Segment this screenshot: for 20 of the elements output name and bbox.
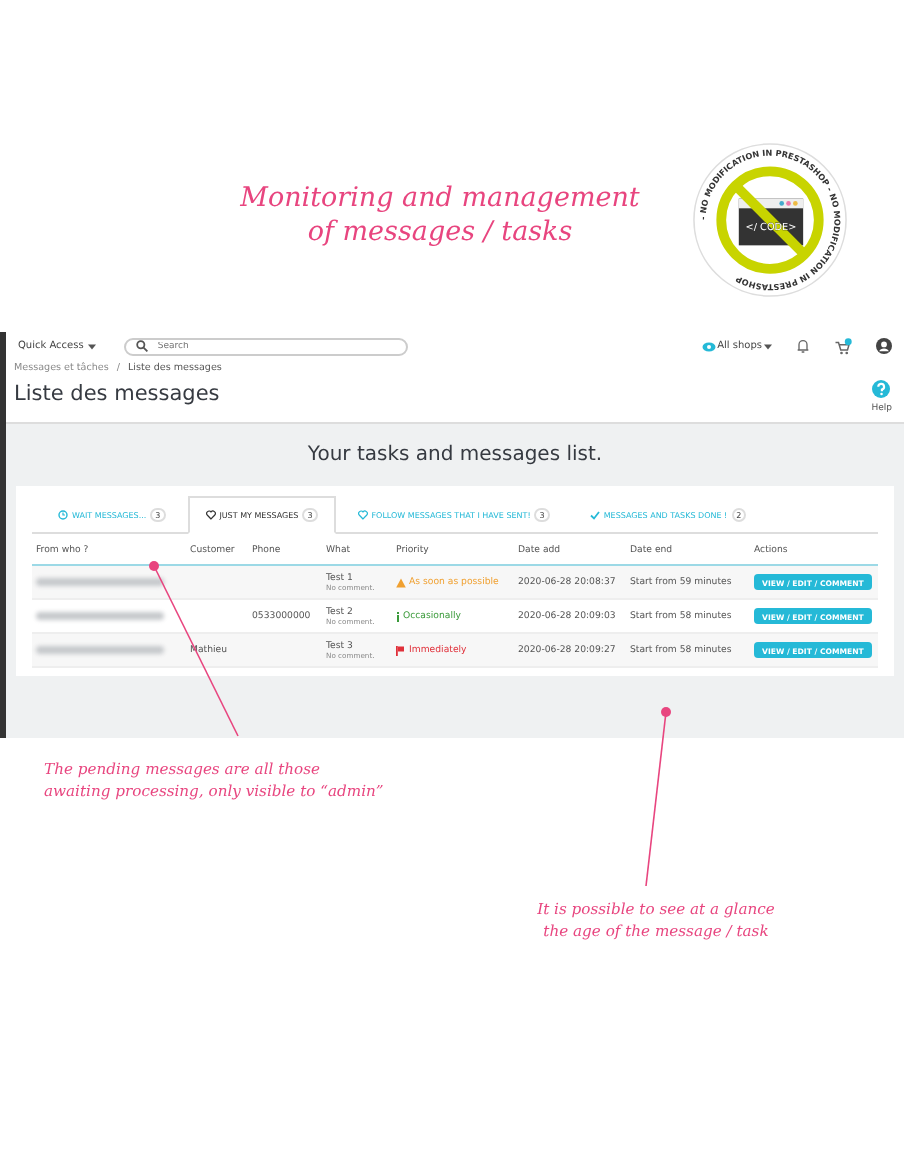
flag-icon bbox=[396, 645, 406, 655]
page-title: Liste des messages bbox=[14, 382, 222, 406]
caret-icon bbox=[87, 343, 96, 349]
heart-icon bbox=[357, 510, 368, 520]
clock-icon bbox=[58, 510, 68, 520]
warning-icon bbox=[396, 577, 406, 587]
blurred-text bbox=[36, 646, 164, 654]
promo-title: Monitoring and management bbox=[238, 182, 642, 216]
user-icon[interactable] bbox=[876, 338, 892, 354]
heart-icon bbox=[205, 510, 216, 520]
search-icon bbox=[135, 340, 148, 352]
eye-icon bbox=[701, 341, 716, 351]
check-icon bbox=[589, 510, 600, 520]
cart-icon[interactable] bbox=[834, 337, 852, 355]
bell-icon[interactable] bbox=[796, 338, 810, 354]
caret-icon bbox=[764, 343, 772, 349]
promo-title: of messages / tasks bbox=[305, 216, 575, 250]
blurred-text bbox=[36, 612, 164, 620]
panel-heading: Your tasks and messages list. bbox=[305, 444, 605, 466]
blurred-text bbox=[36, 578, 164, 586]
